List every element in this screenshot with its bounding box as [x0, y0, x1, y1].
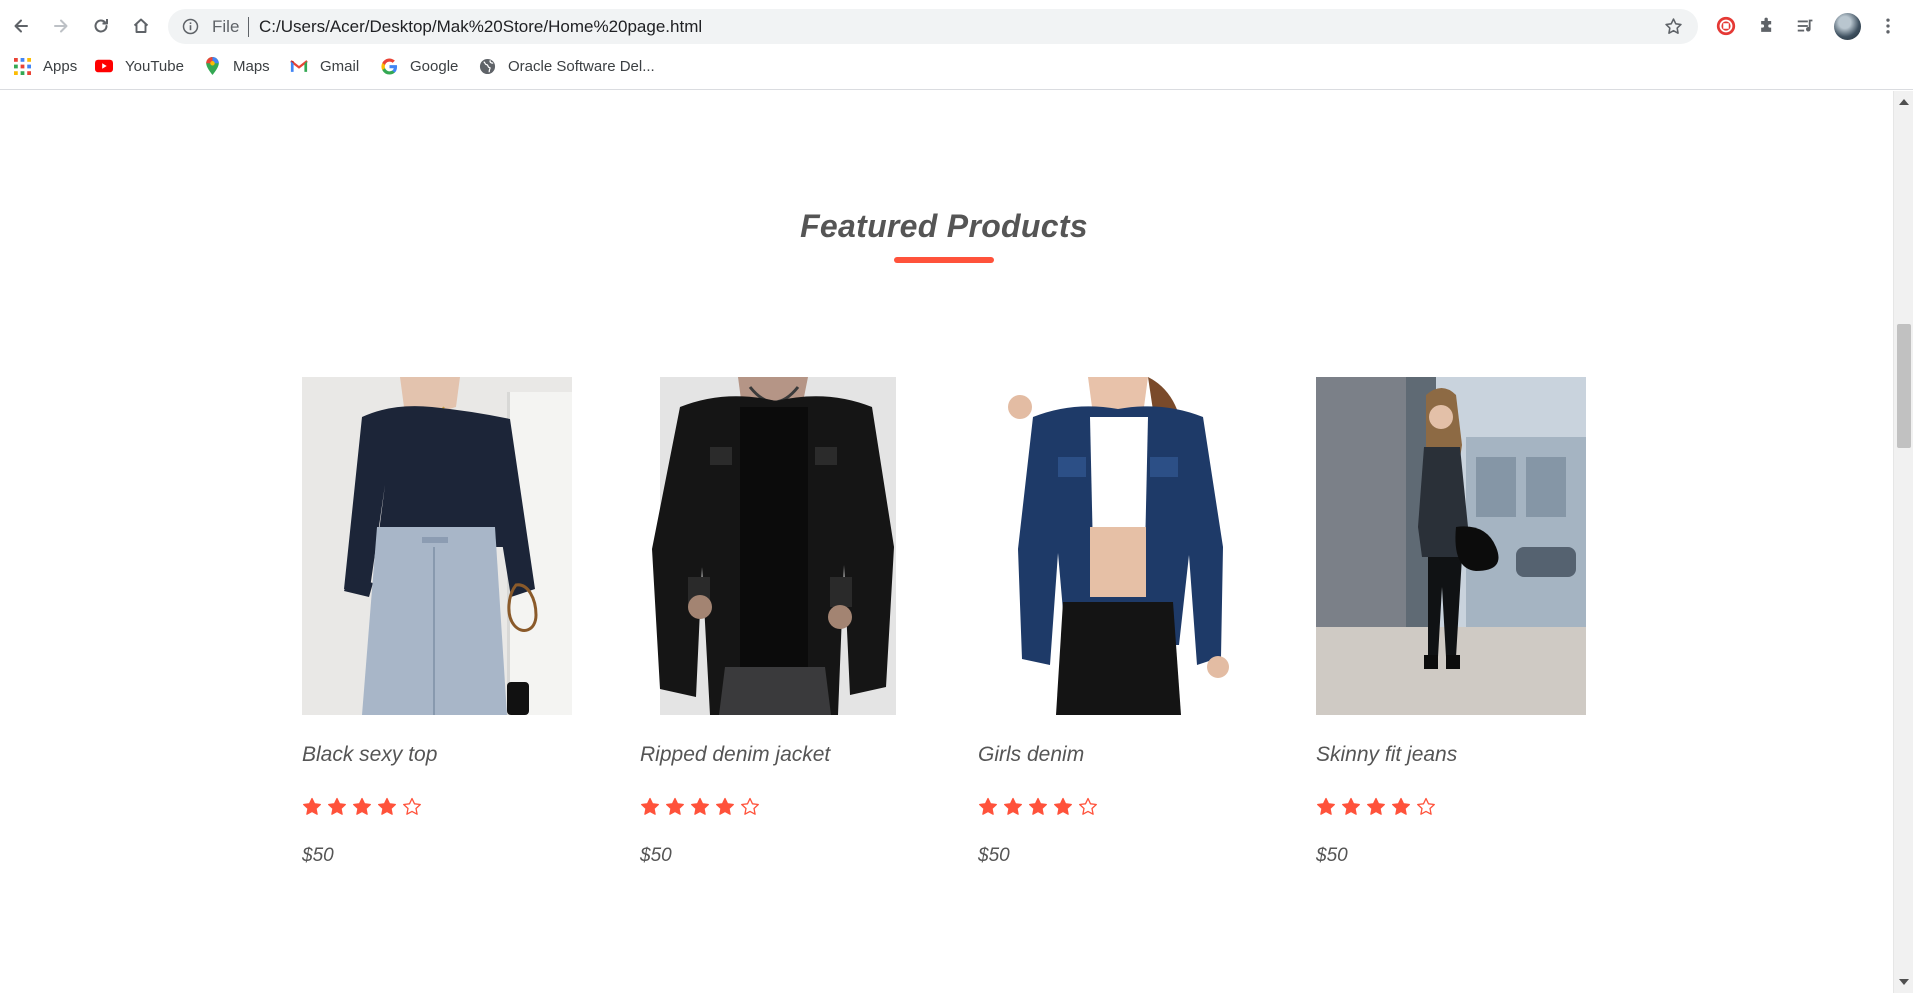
product-rating	[640, 797, 760, 817]
page-scrollbar[interactable]	[1893, 91, 1913, 993]
star-filled-icon	[1317, 797, 1335, 815]
star-filled-icon	[691, 797, 709, 815]
product-image[interactable]	[640, 377, 910, 715]
star-filled-icon	[1392, 797, 1410, 815]
product-card[interactable]: Skinny fit jeans $50	[1316, 377, 1586, 866]
forward-arrow-icon	[54, 19, 68, 33]
extension-red-icon[interactable]	[1714, 14, 1738, 38]
scheme-label: File	[212, 17, 240, 36]
product-rating	[1316, 797, 1436, 817]
bookmark-label: Gmail	[320, 57, 360, 75]
product-rating	[978, 797, 1098, 817]
bookmark-star-icon[interactable]	[1663, 16, 1684, 37]
reload-icon	[94, 19, 108, 33]
star-outline-icon	[1417, 797, 1435, 815]
product-name[interactable]: Ripped denim jacket	[640, 743, 830, 767]
bookmark-youtube[interactable]: YouTube	[95, 55, 184, 77]
back-button[interactable]	[5, 10, 37, 42]
back-arrow-icon	[14, 19, 28, 33]
star-filled-icon	[353, 797, 371, 815]
section-title: Featured Products	[800, 208, 1088, 244]
star-outline-icon	[1079, 797, 1097, 815]
profile-avatar[interactable]	[1834, 13, 1861, 40]
youtube-icon	[95, 57, 113, 75]
address-bar[interactable]: File C:/Users/Acer/Desktop/Mak%20Store/H…	[168, 9, 1698, 44]
maps-pin-icon	[203, 57, 221, 75]
product-name[interactable]: Girls denim	[978, 743, 1084, 767]
star-filled-icon	[1029, 797, 1047, 815]
gmail-icon	[290, 57, 308, 75]
url-text[interactable]: C:/Users/Acer/Desktop/Mak%20Store/Home%2…	[259, 17, 702, 37]
star-filled-icon	[716, 797, 734, 815]
star-filled-icon	[979, 797, 997, 815]
bookmark-label: Maps	[233, 57, 270, 75]
title-underline	[894, 257, 994, 263]
scroll-down-arrow-icon[interactable]	[1899, 979, 1909, 985]
star-outline-icon	[741, 797, 759, 815]
apps-grid-icon	[13, 57, 31, 75]
star-filled-icon	[303, 797, 321, 815]
omnibox-divider	[248, 17, 249, 37]
scroll-up-arrow-icon[interactable]	[1899, 99, 1909, 105]
star-filled-icon	[666, 797, 684, 815]
bookmark-maps[interactable]: Maps	[203, 55, 270, 77]
home-icon	[133, 18, 149, 33]
google-g-icon	[380, 57, 398, 75]
product-card[interactable]: Ripped denim jacket $50	[640, 377, 910, 866]
reload-button[interactable]	[85, 10, 117, 42]
forward-button[interactable]	[45, 10, 77, 42]
bookmark-label: Google	[410, 57, 459, 75]
product-card[interactable]: Girls denim $50	[978, 377, 1248, 866]
star-filled-icon	[1342, 797, 1360, 815]
browser-chrome: File C:/Users/Acer/Desktop/Mak%20Store/H…	[0, 0, 1913, 90]
bookmark-label: YouTube	[125, 57, 184, 75]
product-price: $50	[302, 845, 334, 866]
product-price: $50	[978, 845, 1010, 866]
bookmark-gmail[interactable]: Gmail	[290, 55, 359, 77]
product-name[interactable]: Black sexy top	[302, 743, 437, 767]
star-filled-icon	[378, 797, 396, 815]
browser-menu-icon[interactable]	[1876, 14, 1900, 38]
product-image[interactable]	[302, 377, 572, 715]
info-icon[interactable]	[182, 18, 199, 35]
star-filled-icon	[641, 797, 659, 815]
product-name[interactable]: Skinny fit jeans	[1316, 743, 1457, 767]
bookmark-google[interactable]: Google	[380, 55, 458, 77]
bookmark-apps[interactable]: Apps	[13, 55, 77, 77]
product-card[interactable]: Black sexy top $50	[302, 377, 572, 866]
product-rating	[302, 797, 422, 817]
product-price: $50	[640, 845, 672, 866]
home-button[interactable]	[125, 10, 157, 42]
product-image[interactable]	[978, 377, 1248, 715]
star-filled-icon	[1054, 797, 1072, 815]
page-viewport: Featured Products Black sexy top $50 Rip…	[0, 91, 1893, 993]
star-outline-icon	[403, 797, 421, 815]
bookmark-label: Oracle Software Del...	[508, 57, 655, 75]
bookmarks-bar: Apps YouTube Maps Gmail Google Oracle So…	[0, 52, 1913, 80]
bookmark-label: Apps	[43, 57, 78, 75]
browser-toolbar: File C:/Users/Acer/Desktop/Mak%20Store/H…	[0, 0, 1913, 52]
globe-icon	[478, 57, 496, 75]
star-filled-icon	[328, 797, 346, 815]
extensions-puzzle-icon[interactable]	[1755, 14, 1779, 38]
bookmark-oracle[interactable]: Oracle Software Del...	[478, 55, 655, 77]
product-price: $50	[1316, 845, 1348, 866]
product-image[interactable]	[1316, 377, 1586, 715]
star-filled-icon	[1004, 797, 1022, 815]
scroll-thumb[interactable]	[1897, 324, 1911, 448]
star-filled-icon	[1367, 797, 1385, 815]
media-queue-icon[interactable]	[1794, 14, 1818, 38]
